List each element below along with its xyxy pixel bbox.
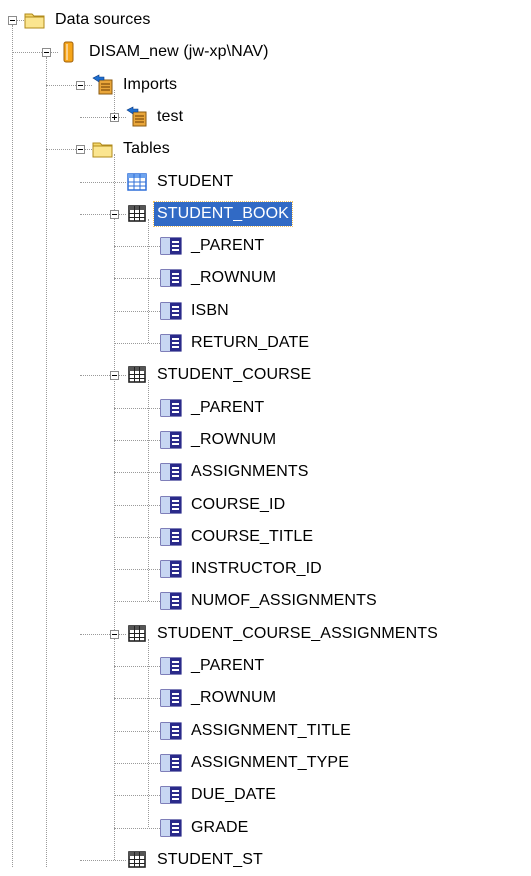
tree-node-label[interactable]: INSTRUCTOR_ID bbox=[188, 557, 325, 581]
tree-connector-horizontal bbox=[114, 762, 160, 764]
tree-node-label[interactable]: ISBN bbox=[188, 299, 232, 323]
tree-connector-horizontal bbox=[114, 730, 160, 732]
tree-connector-vertical bbox=[46, 57, 47, 867]
column-icon bbox=[160, 590, 182, 612]
tree-node-label[interactable]: _ROWNUM bbox=[188, 686, 279, 710]
tree-connector-vertical bbox=[148, 218, 149, 343]
tree-node-label[interactable]: STUDENT_COURSE bbox=[154, 363, 314, 387]
tree-node-label[interactable]: STUDENT_COURSE_ASSIGNMENTS bbox=[154, 622, 441, 646]
tree-connector-horizontal bbox=[80, 859, 126, 861]
column-icon bbox=[160, 461, 182, 483]
tree-connector-horizontal bbox=[114, 601, 160, 603]
tree-connector-horizontal bbox=[114, 827, 160, 829]
folder-icon bbox=[92, 138, 114, 160]
folder-icon bbox=[24, 9, 46, 31]
tree-node-label[interactable]: ASSIGNMENT_TYPE bbox=[188, 751, 352, 775]
imports-icon bbox=[92, 74, 114, 96]
tree-node-label[interactable]: _ROWNUM bbox=[188, 266, 279, 290]
tree-node-label[interactable]: ASSIGNMENT_TITLE bbox=[188, 719, 354, 743]
tree-node-label[interactable]: NUMOF_ASSIGNMENTS bbox=[188, 589, 380, 613]
column-icon bbox=[160, 784, 182, 806]
database-icon bbox=[58, 41, 80, 63]
tree-node-label[interactable]: RETURN_DATE bbox=[188, 331, 312, 355]
tree-node-label[interactable]: GRADE bbox=[188, 816, 251, 840]
tree-node-label[interactable]: COURSE_TITLE bbox=[188, 525, 316, 549]
collapse-icon[interactable] bbox=[8, 16, 17, 25]
tree-node-label[interactable]: DISAM_new (jw-xp\NAV) bbox=[86, 40, 272, 64]
tree-connector-horizontal bbox=[114, 536, 160, 538]
tree-connector-horizontal bbox=[80, 116, 126, 118]
tree-connector-horizontal bbox=[114, 407, 160, 409]
column-icon bbox=[160, 332, 182, 354]
tree-connector-vertical bbox=[148, 638, 149, 828]
tree-connector-horizontal bbox=[12, 52, 58, 54]
tree-connector-vertical bbox=[12, 25, 13, 867]
subtable-icon bbox=[126, 849, 148, 871]
column-icon bbox=[160, 558, 182, 580]
tree-connector-horizontal bbox=[80, 213, 126, 215]
tree-connector-horizontal bbox=[114, 278, 160, 280]
tree-connector-horizontal bbox=[80, 375, 126, 377]
tree-connector-horizontal bbox=[114, 343, 160, 344]
tree-node-label[interactable]: Imports bbox=[120, 73, 180, 97]
tree-connector-horizontal bbox=[80, 633, 126, 635]
tree-node-label[interactable]: _PARENT bbox=[188, 234, 267, 258]
column-icon bbox=[160, 235, 182, 257]
tree-connector-horizontal bbox=[114, 310, 160, 312]
tree-view[interactable]: Data sources DISAM_new (jw-xp\NAV) Impor… bbox=[0, 0, 531, 868]
expand-icon[interactable] bbox=[110, 112, 119, 122]
subtable-icon bbox=[126, 623, 148, 645]
table-icon bbox=[126, 171, 148, 193]
tree-connector-horizontal bbox=[114, 504, 160, 506]
tree-connector-vertical bbox=[114, 154, 115, 860]
column-icon bbox=[160, 687, 182, 709]
subtable-icon bbox=[126, 364, 148, 386]
collapse-icon[interactable] bbox=[110, 629, 119, 639]
collapse-icon[interactable] bbox=[76, 145, 85, 155]
column-icon bbox=[160, 494, 182, 516]
column-icon bbox=[160, 397, 182, 419]
column-icon bbox=[160, 752, 182, 774]
tree-node-label[interactable]: test bbox=[154, 105, 186, 129]
subtable-icon bbox=[126, 203, 148, 225]
collapse-icon[interactable] bbox=[42, 48, 51, 58]
column-icon bbox=[160, 429, 182, 451]
collapse-icon[interactable] bbox=[110, 371, 119, 381]
tree-connector-horizontal bbox=[114, 698, 160, 700]
tree-node-label[interactable]: Data sources bbox=[52, 8, 153, 32]
tree-node-label[interactable]: STUDENT_ST bbox=[154, 848, 266, 872]
tree-node-label[interactable]: ASSIGNMENTS bbox=[188, 460, 312, 484]
collapse-icon[interactable] bbox=[76, 80, 85, 90]
imports-icon bbox=[126, 106, 148, 128]
column-icon bbox=[160, 526, 182, 548]
tree-node-label[interactable]: _PARENT bbox=[188, 654, 267, 678]
tree-connector-horizontal bbox=[114, 246, 160, 248]
tree-connector-horizontal bbox=[46, 149, 92, 151]
column-icon bbox=[160, 267, 182, 289]
tree-connector-horizontal bbox=[114, 666, 160, 667]
tree-connector-horizontal bbox=[114, 569, 160, 571]
tree-node-label[interactable]: Tables bbox=[120, 137, 173, 161]
tree-node-label[interactable]: STUDENT bbox=[154, 170, 236, 194]
tree-node-label[interactable]: COURSE_ID bbox=[188, 493, 288, 517]
tree-connector-horizontal bbox=[114, 439, 160, 441]
tree-connector-horizontal bbox=[114, 472, 160, 474]
tree-node-label[interactable]: STUDENT_BOOK bbox=[153, 200, 293, 227]
tree-connector-horizontal bbox=[46, 84, 92, 86]
tree-node-label[interactable]: _PARENT bbox=[188, 396, 267, 420]
column-icon bbox=[160, 655, 182, 677]
column-icon bbox=[160, 300, 182, 322]
tree-connector-horizontal bbox=[80, 181, 126, 183]
column-icon bbox=[160, 817, 182, 839]
collapse-icon[interactable] bbox=[110, 209, 119, 219]
column-icon bbox=[160, 720, 182, 742]
tree-node-label[interactable]: _ROWNUM bbox=[188, 428, 279, 452]
tree-node-label[interactable]: DUE_DATE bbox=[188, 783, 279, 807]
tree-connector-horizontal bbox=[114, 795, 160, 797]
